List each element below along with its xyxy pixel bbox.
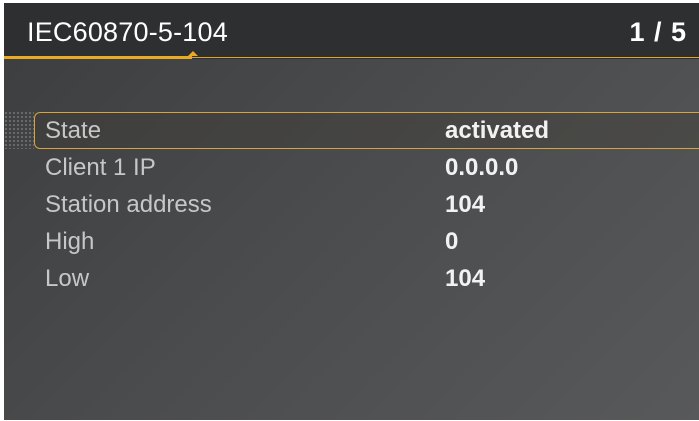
- progress-caret-icon: [188, 51, 198, 56]
- device-screen: IEC60870-5-104 1 / 5 State activated Cli…: [4, 3, 699, 420]
- setting-value: 104: [445, 265, 486, 292]
- setting-row-high[interactable]: High 0: [34, 223, 699, 260]
- drag-grip-icon[interactable]: [4, 111, 34, 149]
- page-progress-bar: [4, 56, 192, 59]
- setting-value: 104: [445, 191, 486, 218]
- setting-label: Client 1 IP: [45, 154, 156, 181]
- setting-row-client-1-ip[interactable]: Client 1 IP 0.0.0.0: [34, 149, 699, 186]
- setting-row-station-address[interactable]: Station address 104: [34, 186, 699, 223]
- setting-value: 0.0.0.0: [445, 154, 519, 181]
- setting-row-low[interactable]: Low 104: [34, 260, 699, 297]
- setting-value: activated: [445, 117, 550, 144]
- page-title: IEC60870-5-104: [27, 17, 228, 47]
- setting-label: Station address: [45, 191, 212, 218]
- setting-value: 0: [445, 228, 459, 255]
- setting-row-state[interactable]: State activated: [34, 112, 699, 149]
- page-indicator: 1 / 5: [629, 17, 687, 47]
- setting-label: State: [45, 117, 102, 144]
- setting-label: Low: [45, 265, 90, 292]
- header-bar: IEC60870-5-104 1 / 5: [4, 3, 699, 59]
- settings-list: State activated Client 1 IP 0.0.0.0 Stat…: [34, 112, 699, 297]
- setting-label: High: [45, 228, 95, 255]
